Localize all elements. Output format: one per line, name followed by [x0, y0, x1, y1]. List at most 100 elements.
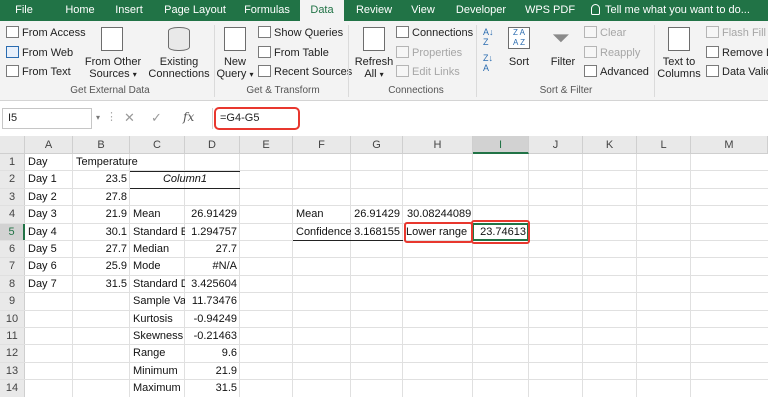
connections-button[interactable]: Connections: [396, 26, 473, 39]
tell-me-box[interactable]: Tell me what you want to do...: [591, 0, 750, 21]
tab-insert[interactable]: Insert: [107, 0, 151, 21]
column-header[interactable]: G: [351, 136, 403, 154]
sort-z-a-icon[interactable]: Z↓ A: [483, 53, 493, 73]
column-header[interactable]: B: [73, 136, 130, 154]
cell-g5[interactable]: 3.168155: [351, 224, 403, 241]
enter-check-icon[interactable]: ✓: [151, 110, 162, 126]
cell-f5[interactable]: Confidence: [293, 224, 351, 241]
cell-c10[interactable]: Kurtosis: [130, 311, 185, 328]
data-validation-button[interactable]: Data Valid: [706, 65, 768, 78]
cell-a2[interactable]: Day 1: [25, 171, 73, 188]
cell-c8[interactable]: Standard D: [130, 276, 185, 293]
cell-c4[interactable]: Mean: [130, 206, 185, 223]
remove-duplicates-button[interactable]: Remove D: [706, 46, 768, 59]
tab-formulas[interactable]: Formulas: [239, 0, 295, 21]
cell-c5[interactable]: Standard E: [130, 224, 185, 241]
from-text-button[interactable]: From Text: [6, 65, 71, 78]
properties-button[interactable]: Properties: [396, 46, 462, 59]
tab-home[interactable]: Home: [58, 0, 102, 21]
cell-a8[interactable]: Day 7: [25, 276, 73, 293]
insert-function-icon[interactable]: fx: [183, 110, 194, 124]
cell-d6[interactable]: 27.7: [185, 241, 240, 258]
cell-b4[interactable]: 21.9: [73, 206, 130, 223]
name-box[interactable]: I5: [2, 108, 92, 129]
tab-data[interactable]: Data: [300, 0, 344, 21]
sort-a-z-icon[interactable]: A↓ Z: [483, 27, 494, 47]
cell-d13[interactable]: 21.9: [185, 363, 240, 380]
cell-b6[interactable]: 27.7: [73, 241, 130, 258]
from-table-button[interactable]: From Table: [258, 46, 329, 59]
row-header[interactable]: 6: [0, 241, 25, 259]
cell-a1[interactable]: Day: [25, 154, 73, 171]
cell-b1[interactable]: Temperature: [73, 154, 185, 171]
cell-b7[interactable]: 25.9: [73, 258, 130, 275]
from-other-sources-button[interactable]: From Other Sources ▾: [84, 56, 142, 81]
row-header[interactable]: 1: [0, 154, 25, 172]
cell-d11[interactable]: -0.21463: [185, 328, 240, 345]
cell-c2[interactable]: Column1: [130, 171, 240, 188]
cell-d5[interactable]: 1.294757: [185, 224, 240, 241]
new-query-button[interactable]: New Query ▾: [216, 56, 254, 81]
cell-c9[interactable]: Sample Va: [130, 293, 185, 310]
cell-c11[interactable]: Skewness: [130, 328, 185, 345]
column-header[interactable]: H: [403, 136, 473, 154]
column-header[interactable]: F: [293, 136, 351, 154]
column-header[interactable]: C: [130, 136, 185, 154]
cell-c14[interactable]: Maximum: [130, 380, 185, 397]
cell-g4[interactable]: 26.91429: [351, 206, 403, 223]
tab-review[interactable]: Review: [351, 0, 397, 21]
filter-button[interactable]: Filter: [546, 56, 580, 68]
row-header[interactable]: 11: [0, 328, 25, 346]
tab-view[interactable]: View: [404, 0, 442, 21]
tab-file[interactable]: File: [0, 0, 48, 21]
cell-d8[interactable]: 3.425604: [185, 276, 240, 293]
cell-d12[interactable]: 9.6: [185, 345, 240, 362]
cell-a3[interactable]: Day 2: [25, 189, 73, 206]
from-access-button[interactable]: From Access: [6, 26, 86, 39]
row-header[interactable]: 5: [0, 223, 25, 241]
clear-button[interactable]: Clear: [584, 26, 626, 39]
reapply-button[interactable]: Reapply: [584, 46, 640, 59]
column-header[interactable]: A: [25, 136, 73, 154]
cell-c13[interactable]: Minimum: [130, 363, 185, 380]
text-to-columns-button[interactable]: Text to Columns: [656, 56, 702, 80]
select-all-corner[interactable]: [0, 136, 25, 154]
row-header[interactable]: 7: [0, 258, 25, 276]
cell-f4[interactable]: Mean: [293, 206, 351, 223]
cell-d7[interactable]: #N/A: [185, 258, 240, 275]
row-header[interactable]: 13: [0, 362, 25, 381]
row-header[interactable]: 9: [0, 293, 25, 311]
worksheet-grid[interactable]: A B C D E F G H I J K L M 1 2 3 4 5 6 7 8 9 10 11 12 13 14 Day Tempe…: [0, 136, 768, 397]
cell-a4[interactable]: Day 3: [25, 206, 73, 223]
cell-a5[interactable]: Day 4: [25, 224, 73, 241]
cell-b2[interactable]: 23.5: [73, 171, 130, 188]
row-header[interactable]: 10: [0, 310, 25, 328]
edit-links-button[interactable]: Edit Links: [396, 65, 460, 78]
cell-b5[interactable]: 30.1: [73, 224, 130, 241]
column-header[interactable]: I: [473, 136, 529, 154]
tab-developer[interactable]: Developer: [451, 0, 511, 21]
existing-connections-button[interactable]: Existing Connections: [148, 56, 210, 80]
row-header[interactable]: 4: [0, 206, 25, 224]
row-header[interactable]: 12: [0, 345, 25, 363]
sort-button[interactable]: Sort: [503, 56, 535, 68]
cell-a6[interactable]: Day 5: [25, 241, 73, 258]
tab-wps-pdf[interactable]: WPS PDF: [521, 0, 579, 21]
cell-d14[interactable]: 31.5: [185, 380, 240, 397]
row-header[interactable]: 8: [0, 275, 25, 294]
tab-page-layout[interactable]: Page Layout: [160, 0, 230, 21]
cell-a7[interactable]: Day 6: [25, 258, 73, 275]
row-header[interactable]: 14: [0, 380, 25, 397]
cell-b8[interactable]: 31.5: [73, 276, 130, 293]
show-queries-button[interactable]: Show Queries: [258, 26, 343, 39]
column-header[interactable]: K: [583, 136, 637, 154]
column-header[interactable]: M: [691, 136, 768, 154]
column-header[interactable]: J: [529, 136, 583, 154]
recent-sources-button[interactable]: Recent Sources: [258, 65, 352, 78]
cell-c6[interactable]: Median: [130, 241, 185, 258]
from-web-button[interactable]: From Web: [6, 46, 73, 59]
cell-c7[interactable]: Mode: [130, 258, 185, 275]
column-header[interactable]: E: [240, 136, 293, 154]
advanced-button[interactable]: Advanced: [584, 65, 649, 78]
cell-d10[interactable]: -0.94249: [185, 311, 240, 328]
